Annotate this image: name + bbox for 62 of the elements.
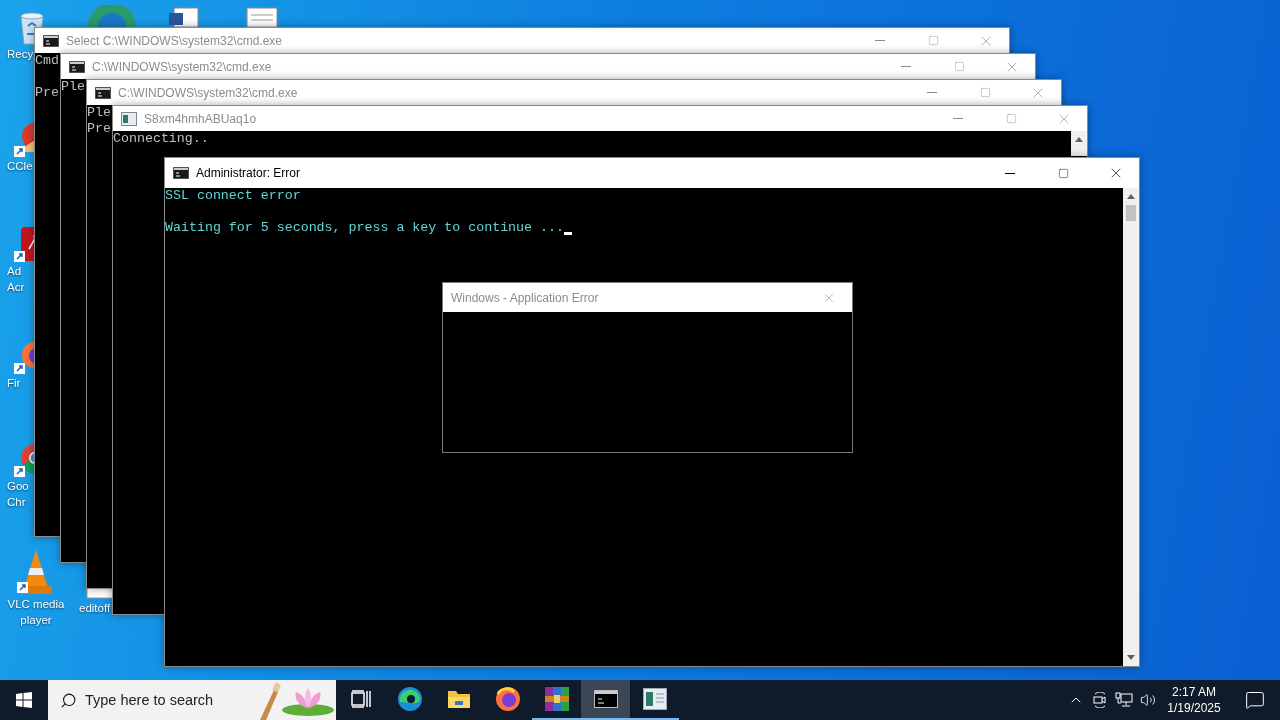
console-text: Cmd [35,53,59,69]
desktop-icon-label[interactable]: Chr [7,494,26,510]
console-text: SSL connect error [165,188,301,204]
minimize-icon [1005,172,1015,174]
app-window-icon [121,111,137,126]
desktop-icon-label[interactable]: Ad [7,263,22,279]
console-text: Pre [35,85,59,101]
scroll-thumb[interactable] [1126,205,1136,221]
maximize-icon [979,87,991,98]
desktop-icon-label[interactable]: VLC media [7,596,65,612]
console-icon [95,86,111,99]
scrollbar[interactable] [1071,131,1087,156]
desktop-icon-label[interactable]: Goo [7,478,29,494]
console-icon [593,690,618,708]
maximize-icon [1005,113,1017,124]
minimize-icon [901,66,911,67]
app-window-icon [642,688,667,710]
minimize-icon [953,118,963,119]
edge-icon [396,686,423,712]
console-icon [69,60,85,73]
camera-icon [1092,692,1108,708]
speaker-icon [1140,692,1156,708]
browser-shortcut-icon [88,5,136,27]
console-icon [173,167,189,179]
desktop-icon-label[interactable]: editoff [79,600,111,616]
winrar-icon [543,686,570,712]
minimize-icon [875,40,885,41]
console-text: Ple [87,105,111,121]
scroll-up-icon [1075,137,1083,142]
search-icon [60,691,77,709]
clock-button[interactable]: 2:17 AM 1/19/2025 [1164,680,1224,720]
console-text: Pre [87,121,111,137]
dialog-title: Windows - Application Error [451,290,600,305]
desktop-icon-label[interactable]: CCle [7,158,33,174]
scrollbar[interactable] [1123,188,1139,666]
window-title: C:\WINDOWS\system32\cmd.exe [118,85,299,100]
desktop-icon-label[interactable]: Acr [7,279,25,295]
network-icon [1115,692,1133,708]
window-title: S8xm4hmhABUaq1o [144,111,258,126]
desktop-icon-label[interactable]: player [20,612,52,628]
console-icon [43,34,59,47]
window-title: Administrator: Error [196,166,302,180]
search-field[interactable]: Type here to search [85,692,235,708]
minimize-icon [927,92,937,93]
firefox-icon [494,686,521,712]
console-text: Ple [61,79,85,95]
maximize-icon [927,35,939,46]
window-title: Select C:\WINDOWS\system32\cmd.exe [66,33,284,48]
scroll-up-icon [1127,194,1135,199]
windows-logo-icon [16,692,32,708]
folder-icon [446,689,471,709]
task-view-icon [350,690,371,708]
message-icon [1245,690,1265,710]
scroll-down-icon [1127,655,1135,660]
desktop-icon-label[interactable]: Fir [7,375,21,391]
console-text: Connecting.. [113,131,209,147]
desktop-icon-label[interactable]: Recy [7,46,34,62]
maximize-icon [953,61,965,72]
window-title: C:\WINDOWS\system32\cmd.exe [92,59,273,74]
taskbar-app-button[interactable] [581,680,630,720]
maximize-icon [1057,167,1069,179]
console-text: Waiting for 5 seconds, press a key to continue ... [165,220,564,236]
